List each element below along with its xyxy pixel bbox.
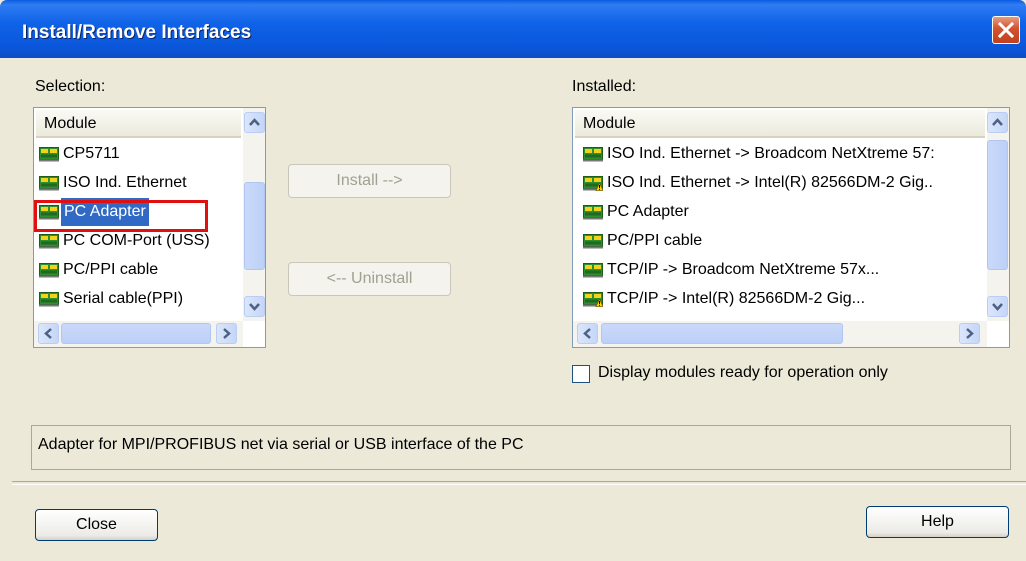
chevron-right-icon [223, 328, 231, 339]
close-icon [998, 22, 1014, 38]
selection-item[interactable]: PC/PPI cable [39, 256, 244, 284]
scroll-thumb[interactable] [244, 182, 265, 270]
installed-vertical-scrollbar[interactable] [987, 108, 1009, 321]
scroll-thumb-horizontal[interactable] [61, 323, 211, 344]
scroll-thumb[interactable] [987, 140, 1008, 270]
chevron-up-icon [249, 118, 260, 126]
selection-column-header[interactable]: Module [36, 110, 241, 138]
selection-list[interactable]: Module CP5711 ISO Ind. Ethernet PC Adapter… [33, 107, 266, 348]
installed-item[interactable]: ISO Ind. Ethernet -> Broadcom NetXtreme … [583, 140, 988, 168]
chevron-down-icon [992, 303, 1003, 311]
selection-item-label: ISO Ind. Ethernet [63, 174, 187, 191]
installed-item[interactable]: TCP/IP -> Broadcom NetXtreme 57x... [583, 256, 988, 284]
scroll-right-button[interactable] [216, 323, 237, 344]
selection-highlight-box [34, 200, 208, 232]
installed-horizontal-scrollbar[interactable] [573, 321, 987, 347]
chevron-down-icon [249, 303, 260, 311]
window-title: Install/Remove Interfaces [22, 22, 252, 43]
installed-label: Installed: [572, 78, 637, 95]
ready-modules-checkbox[interactable] [572, 365, 590, 383]
scroll-thumb-horizontal[interactable] [601, 323, 843, 344]
installed-item-label: ISO Ind. Ethernet -> Intel(R) 82566DM-2 … [607, 174, 933, 191]
installed-item-label: PC Adapter [607, 203, 689, 220]
description-box: Adapter for MPI/PROFIBUS net via serial … [31, 425, 1011, 470]
close-window-button[interactable] [992, 16, 1020, 44]
installed-item-label: TCP/IP -> Intel(R) 82566DM-2 Gig... [607, 290, 866, 307]
chevron-left-icon [44, 328, 52, 339]
selection-item[interactable]: Serial cable(PPI) [39, 285, 244, 313]
installed-item[interactable]: PC Adapter [583, 198, 988, 226]
selection-horizontal-scrollbar[interactable] [34, 321, 243, 347]
selection-item[interactable]: CP5711 [39, 140, 244, 168]
installed-item-label: ISO Ind. Ethernet -> Broadcom NetXtreme … [607, 145, 935, 162]
selection-item[interactable]: ISO Ind. Ethernet [39, 169, 244, 197]
uninstall-button[interactable]: <-- Uninstall [288, 262, 451, 296]
installed-item[interactable]: ISO Ind. Ethernet -> Intel(R) 82566DM-2 … [583, 169, 988, 197]
installed-item[interactable]: PC/PPI cable [583, 227, 988, 255]
help-button[interactable]: Help [866, 506, 1009, 538]
dialog-window: Install/Remove Interfaces Selection: Mod… [0, 0, 1026, 561]
scroll-left-button[interactable] [577, 323, 598, 344]
title-bar[interactable]: Install/Remove Interfaces [0, 0, 1026, 58]
install-button[interactable]: Install --> [288, 164, 451, 198]
scroll-right-button[interactable] [959, 323, 980, 344]
scroll-left-button[interactable] [38, 323, 59, 344]
divider [12, 481, 1026, 485]
installed-item[interactable]: TCP/IP -> Intel(R) 82566DM-2 Gig... [583, 285, 988, 313]
scroll-down-button[interactable] [244, 296, 265, 317]
chevron-left-icon [583, 328, 591, 339]
installed-column-header[interactable]: Module [575, 110, 985, 138]
selection-label: Selection: [35, 78, 106, 95]
scroll-down-button[interactable] [987, 296, 1008, 317]
selection-item-label: Serial cable(PPI) [63, 290, 184, 307]
scroll-up-button[interactable] [987, 112, 1008, 133]
selection-vertical-scrollbar[interactable] [243, 108, 265, 321]
chevron-up-icon [992, 118, 1003, 126]
close-button[interactable]: Close [35, 509, 158, 541]
description-text: Adapter for MPI/PROFIBUS net via serial … [38, 436, 524, 453]
installed-item-label: PC/PPI cable [607, 232, 703, 249]
installed-list[interactable]: Module ISO Ind. Ethernet -> Broadcom Net… [572, 107, 1010, 348]
selection-item-label: CP5711 [63, 145, 120, 162]
installed-item-label: TCP/IP -> Broadcom NetXtreme 57x... [607, 261, 880, 278]
ready-modules-label[interactable]: Display modules ready for operation only [598, 364, 888, 382]
selection-item-label: PC/PPI cable [63, 261, 159, 278]
chevron-right-icon [966, 328, 974, 339]
scroll-up-button[interactable] [244, 112, 265, 133]
